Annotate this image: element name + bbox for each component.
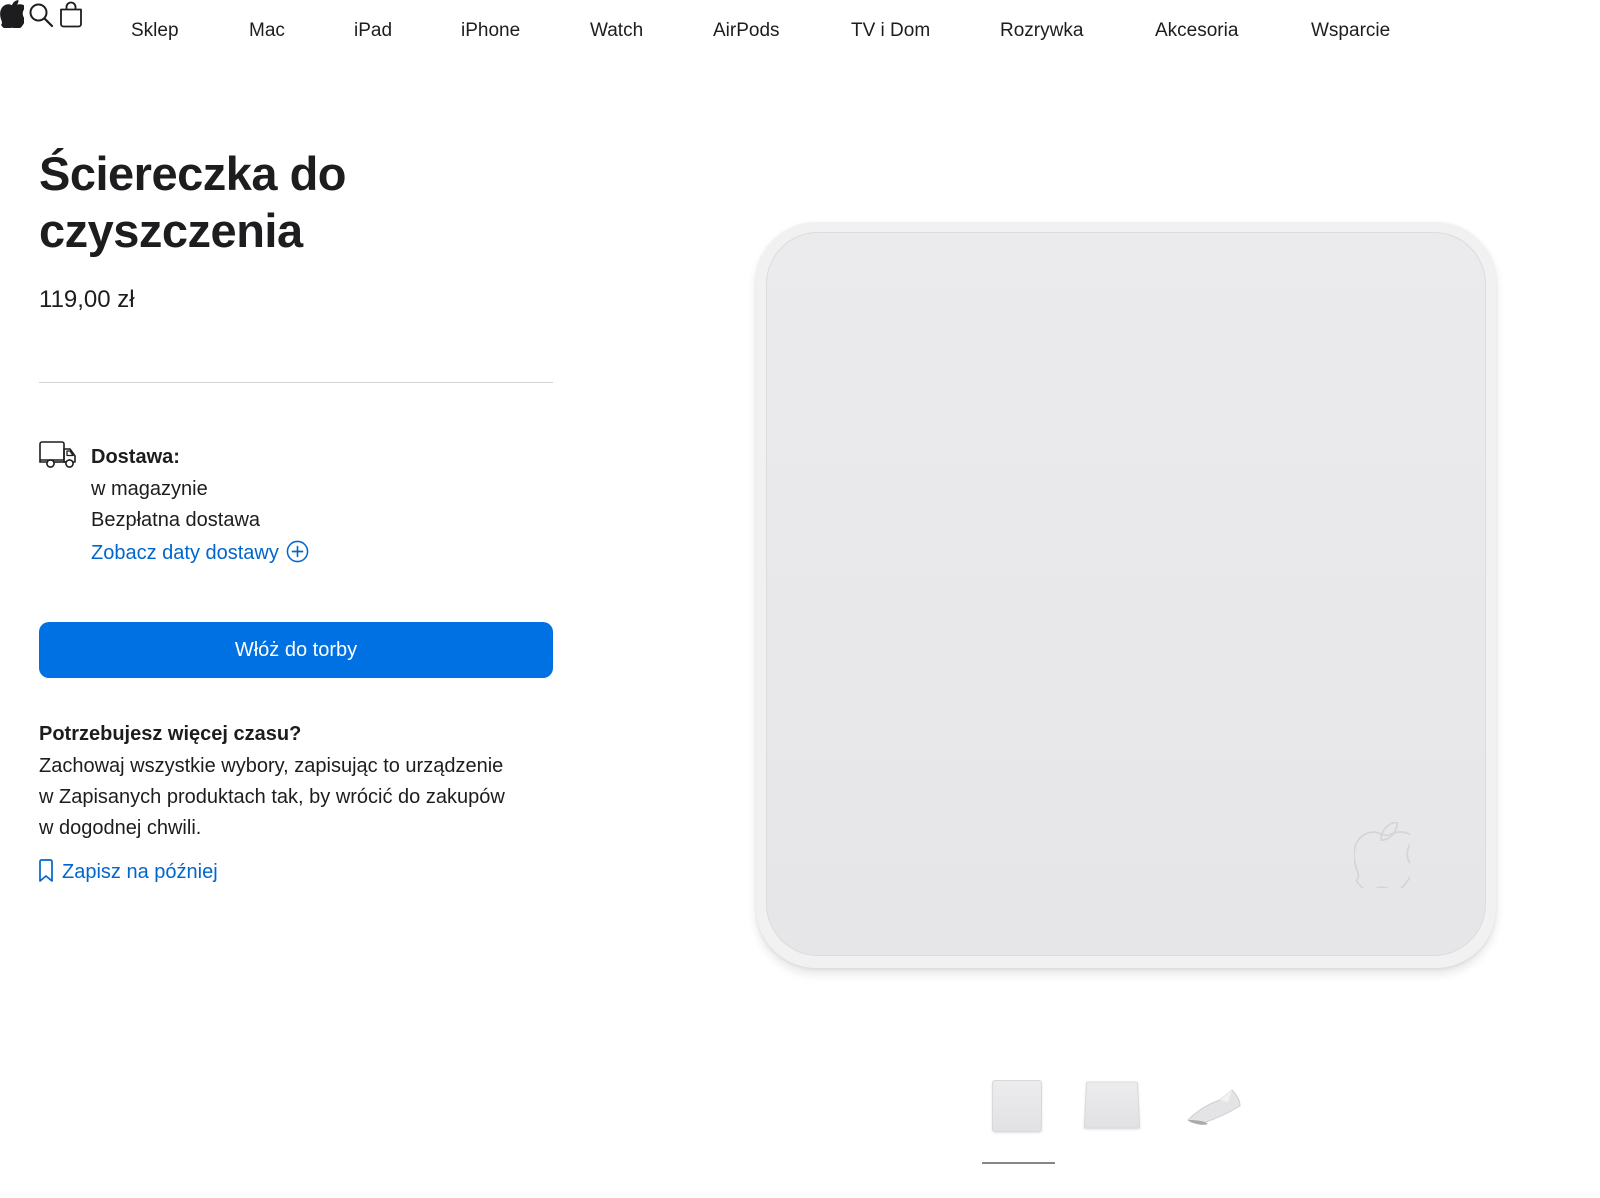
save-heading: Potrzebujesz więcej czasu? bbox=[39, 723, 302, 745]
global-nav: Sklep Mac iPad iPhone Watch AirPods TV i… bbox=[0, 0, 1600, 62]
plus-circle-icon bbox=[286, 540, 309, 563]
save-for-later-link[interactable]: Zapisz na później bbox=[38, 859, 218, 884]
shopping-bag-icon[interactable] bbox=[59, 0, 83, 28]
product-image-polishing-cloth bbox=[756, 222, 1496, 968]
bookmark-icon bbox=[39, 859, 53, 882]
thumbnail-image bbox=[992, 1080, 1042, 1132]
thumbnail-3[interactable] bbox=[1184, 1080, 1244, 1130]
thumbnail-2[interactable] bbox=[1083, 1080, 1141, 1129]
nav-item-watch[interactable]: Watch bbox=[590, 20, 643, 42]
product-title: Ściereczka do czyszczenia bbox=[39, 147, 347, 257]
nav-item-rozrywka[interactable]: Rozrywka bbox=[1000, 20, 1083, 42]
folded-cloth-thumbnail-image bbox=[1187, 1089, 1241, 1125]
nav-item-wsparcie[interactable]: Wsparcie bbox=[1311, 20, 1390, 42]
nav-item-sklep[interactable]: Sklep bbox=[131, 20, 179, 42]
embossed-apple-logo-icon bbox=[1354, 822, 1410, 888]
selected-thumbnail-indicator bbox=[982, 1162, 1055, 1164]
nav-item-iphone[interactable]: iPhone bbox=[461, 20, 520, 42]
save-for-later-label: Zapisz na później bbox=[62, 861, 218, 883]
product-price: 119,00 zł bbox=[39, 286, 135, 313]
nav-item-tv-i-dom[interactable]: TV i Dom bbox=[851, 20, 930, 42]
delivery-dates-link-label: Zobacz daty dostawy bbox=[91, 542, 279, 564]
nav-item-akcesoria[interactable]: Akcesoria bbox=[1155, 20, 1238, 42]
thumbnail-image bbox=[1083, 1081, 1141, 1129]
divider bbox=[39, 382, 553, 383]
nav-item-mac[interactable]: Mac bbox=[249, 20, 285, 42]
nav-item-ipad[interactable]: iPad bbox=[354, 20, 392, 42]
thumbnail-1[interactable] bbox=[992, 1080, 1042, 1132]
delivery-label: Dostawa: bbox=[91, 446, 180, 468]
delivery-shipping: Bezpłatna dostawa bbox=[91, 509, 261, 531]
delivery-availability: w magazynie bbox=[91, 478, 208, 500]
save-description: Zachowaj wszystkie wybory, zapisując to … bbox=[39, 755, 505, 839]
search-icon[interactable] bbox=[28, 2, 54, 28]
truck-icon bbox=[39, 441, 76, 468]
delivery-dates-link[interactable]: Zobacz daty dostawy bbox=[91, 540, 309, 565]
nav-item-airpods[interactable]: AirPods bbox=[713, 20, 780, 42]
apple-logo-icon[interactable] bbox=[0, 0, 28, 30]
add-to-bag-button[interactable]: Włóż do torby bbox=[39, 622, 553, 678]
